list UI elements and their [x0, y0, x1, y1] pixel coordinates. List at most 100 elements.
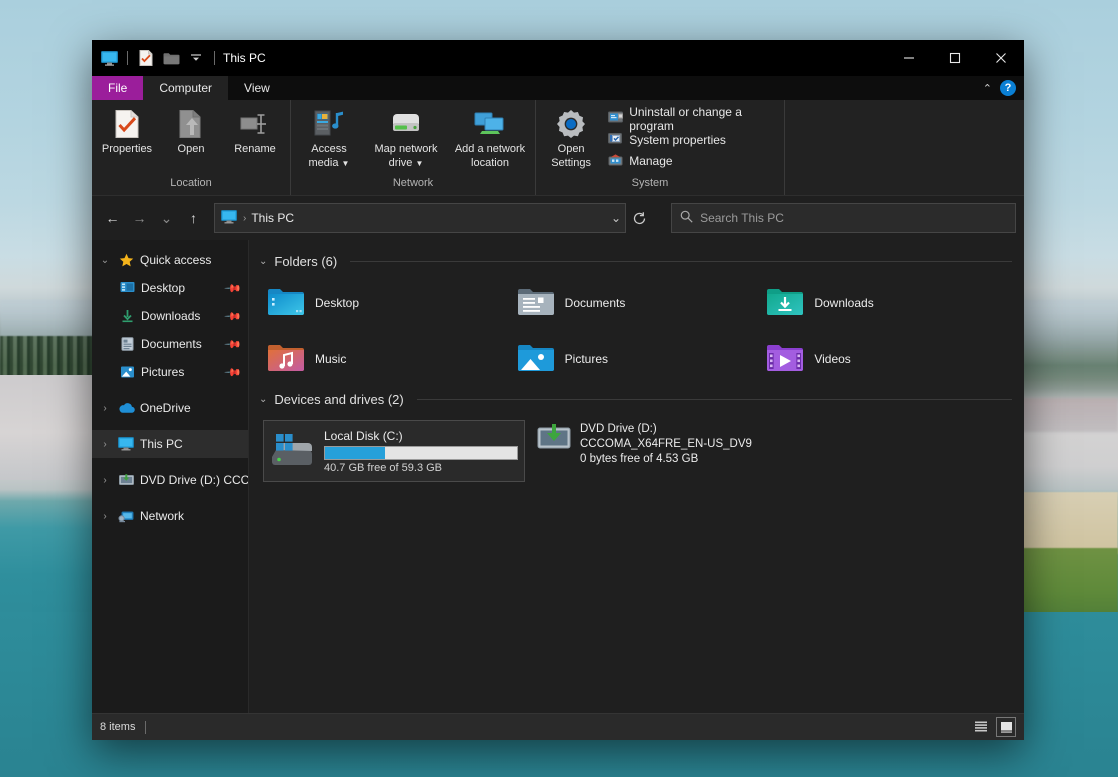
- address-bar[interactable]: › This PC ⌄: [214, 203, 626, 233]
- expander-icon[interactable]: ⌄: [98, 255, 112, 266]
- drive-item-dvd-d[interactable]: DVD Drive (D:) CCCOMA_X64FRE_EN-US_DV9 0…: [537, 420, 787, 482]
- close-button[interactable]: [978, 40, 1024, 76]
- forward-button[interactable]: →: [127, 205, 152, 231]
- drive-item-local-disk-c[interactable]: Local Disk (C:) 40.7 GB free of 59.3 GB: [263, 420, 525, 482]
- map-network-drive-label-line2: drive: [389, 157, 413, 169]
- pin-icon[interactable]: 📌: [224, 279, 243, 298]
- expander-icon[interactable]: ›: [98, 475, 112, 486]
- expander-icon[interactable]: ›: [98, 439, 112, 450]
- maximize-button[interactable]: [932, 40, 978, 76]
- add-network-location-button[interactable]: Add a network location: [449, 104, 531, 169]
- downloads-folder-icon: [766, 286, 804, 321]
- help-button[interactable]: ?: [1000, 80, 1016, 96]
- folders-section-header[interactable]: ⌄ Folders (6): [259, 250, 1012, 272]
- documents-folder-icon: [517, 286, 555, 321]
- properties-icon: [114, 107, 140, 141]
- documents-icon: [118, 337, 136, 351]
- chevron-down-icon[interactable]: ⌄: [259, 256, 267, 267]
- uninstall-program-item[interactable]: Uninstall or change a program: [608, 110, 773, 128]
- open-label: Open: [178, 143, 205, 155]
- drives-section-header[interactable]: ⌄ Devices and drives (2): [259, 388, 1012, 410]
- collapse-ribbon-chevron-icon[interactable]: ⌃: [983, 82, 992, 95]
- open-settings-button[interactable]: Open Settings: [540, 104, 602, 169]
- tab-computer[interactable]: Computer: [143, 76, 228, 100]
- new-folder-icon[interactable]: [160, 47, 182, 69]
- access-media-label-line2: media: [309, 157, 339, 169]
- onedrive-icon: [117, 402, 135, 414]
- folder-item-documents[interactable]: Documents: [513, 280, 763, 326]
- properties-button[interactable]: Properties: [96, 104, 158, 155]
- folder-label: Documents: [565, 296, 626, 310]
- folder-item-pictures[interactable]: Pictures: [513, 336, 763, 382]
- breadcrumb-separator[interactable]: ›: [243, 213, 246, 224]
- recent-locations-button[interactable]: ⌄: [154, 205, 179, 231]
- window-title: This PC: [223, 51, 266, 65]
- music-folder-icon: [267, 342, 305, 377]
- breadcrumb-this-pc[interactable]: This PC: [251, 211, 294, 225]
- sidebar-item-quick-access[interactable]: ⌄ Quick access: [92, 246, 248, 274]
- rename-button[interactable]: Rename: [224, 104, 286, 155]
- drives-list: Local Disk (C:) 40.7 GB free of 59.3 GB: [263, 420, 1012, 482]
- chevron-down-icon[interactable]: ⌄: [259, 394, 267, 405]
- large-icons-view-button[interactable]: [996, 717, 1016, 737]
- breadcrumb: › This PC: [243, 211, 294, 225]
- folder-item-desktop[interactable]: Desktop: [263, 280, 513, 326]
- access-media-button[interactable]: Access media ▼: [295, 104, 363, 170]
- sidebar-item-network[interactable]: › Network: [92, 502, 248, 530]
- sidebar-item-documents[interactable]: Documents 📌: [92, 330, 248, 358]
- folder-item-music[interactable]: Music: [263, 336, 513, 382]
- minimize-button[interactable]: [886, 40, 932, 76]
- map-network-drive-button[interactable]: Map network drive ▼: [365, 104, 447, 170]
- refresh-button[interactable]: [628, 206, 651, 230]
- sidebar-item-label: DVD Drive (D:) CCCC: [140, 473, 248, 487]
- tab-view[interactable]: View: [228, 76, 286, 100]
- ribbon-tab-strip: File Computer View ⌃ ?: [92, 76, 1024, 100]
- properties-icon[interactable]: [135, 47, 157, 69]
- sidebar-item-desktop[interactable]: Desktop 📌: [92, 274, 248, 302]
- ribbon-group-location-label: Location: [96, 175, 286, 195]
- ribbon-group-system-label: System: [540, 175, 760, 195]
- folder-item-videos[interactable]: Videos: [762, 336, 1012, 382]
- map-network-drive-icon: [389, 107, 423, 141]
- address-dropdown-icon[interactable]: ⌄: [611, 211, 621, 225]
- system-properties-item[interactable]: System properties: [608, 131, 773, 149]
- ribbon-group-network: Access media ▼ Map: [291, 100, 536, 195]
- sidebar-item-label: Documents: [141, 337, 202, 351]
- expander-icon[interactable]: ›: [98, 403, 112, 414]
- sidebar-item-onedrive[interactable]: › OneDrive: [92, 394, 248, 422]
- explorer-body: ⌄ Quick access Desktop 📌: [92, 240, 1024, 713]
- add-network-location-icon: [473, 107, 507, 141]
- sidebar-item-pictures[interactable]: Pictures 📌: [92, 358, 248, 386]
- pin-icon[interactable]: 📌: [224, 363, 243, 382]
- folder-label: Desktop: [315, 296, 359, 310]
- back-button[interactable]: ←: [100, 205, 125, 231]
- pin-icon[interactable]: 📌: [224, 335, 243, 354]
- system-small-commands: Uninstall or change a program System pro…: [604, 104, 779, 170]
- dvd-drive-name: DVD Drive (D:): [580, 422, 752, 437]
- folder-label: Videos: [814, 352, 850, 366]
- expander-icon[interactable]: ›: [98, 511, 112, 522]
- search-box[interactable]: Search This PC: [671, 203, 1016, 233]
- open-button[interactable]: Open: [160, 104, 222, 155]
- item-count-label: 8 items: [100, 721, 135, 733]
- sidebar-item-dvd-drive[interactable]: › DVD Drive (D:) CCCC: [92, 466, 248, 494]
- tab-file[interactable]: File: [92, 76, 143, 100]
- search-placeholder: Search This PC: [700, 211, 784, 225]
- details-view-button[interactable]: [972, 718, 990, 736]
- sidebar-item-this-pc[interactable]: › This PC: [92, 430, 248, 458]
- map-network-drive-caret-icon[interactable]: ▼: [415, 159, 423, 168]
- uninstall-program-icon: [608, 111, 623, 128]
- add-network-location-label-line1: Add a network: [455, 143, 525, 155]
- drive-free-space: 40.7 GB free of 59.3 GB: [324, 462, 518, 474]
- access-media-caret-icon[interactable]: ▼: [342, 159, 350, 168]
- sidebar-item-downloads[interactable]: Downloads 📌: [92, 302, 248, 330]
- this-pc-icon[interactable]: [98, 47, 120, 69]
- view-mode-toggles: [972, 717, 1016, 737]
- folder-item-downloads[interactable]: Downloads: [762, 280, 1012, 326]
- uninstall-program-label: Uninstall or change a program: [629, 105, 773, 133]
- pin-icon[interactable]: 📌: [224, 307, 243, 326]
- up-button[interactable]: ↑: [181, 205, 206, 231]
- ribbon-tab-right-controls: ⌃ ?: [983, 76, 1024, 100]
- customize-qat-chevron-icon[interactable]: [185, 47, 207, 69]
- manage-item[interactable]: Manage: [608, 152, 773, 170]
